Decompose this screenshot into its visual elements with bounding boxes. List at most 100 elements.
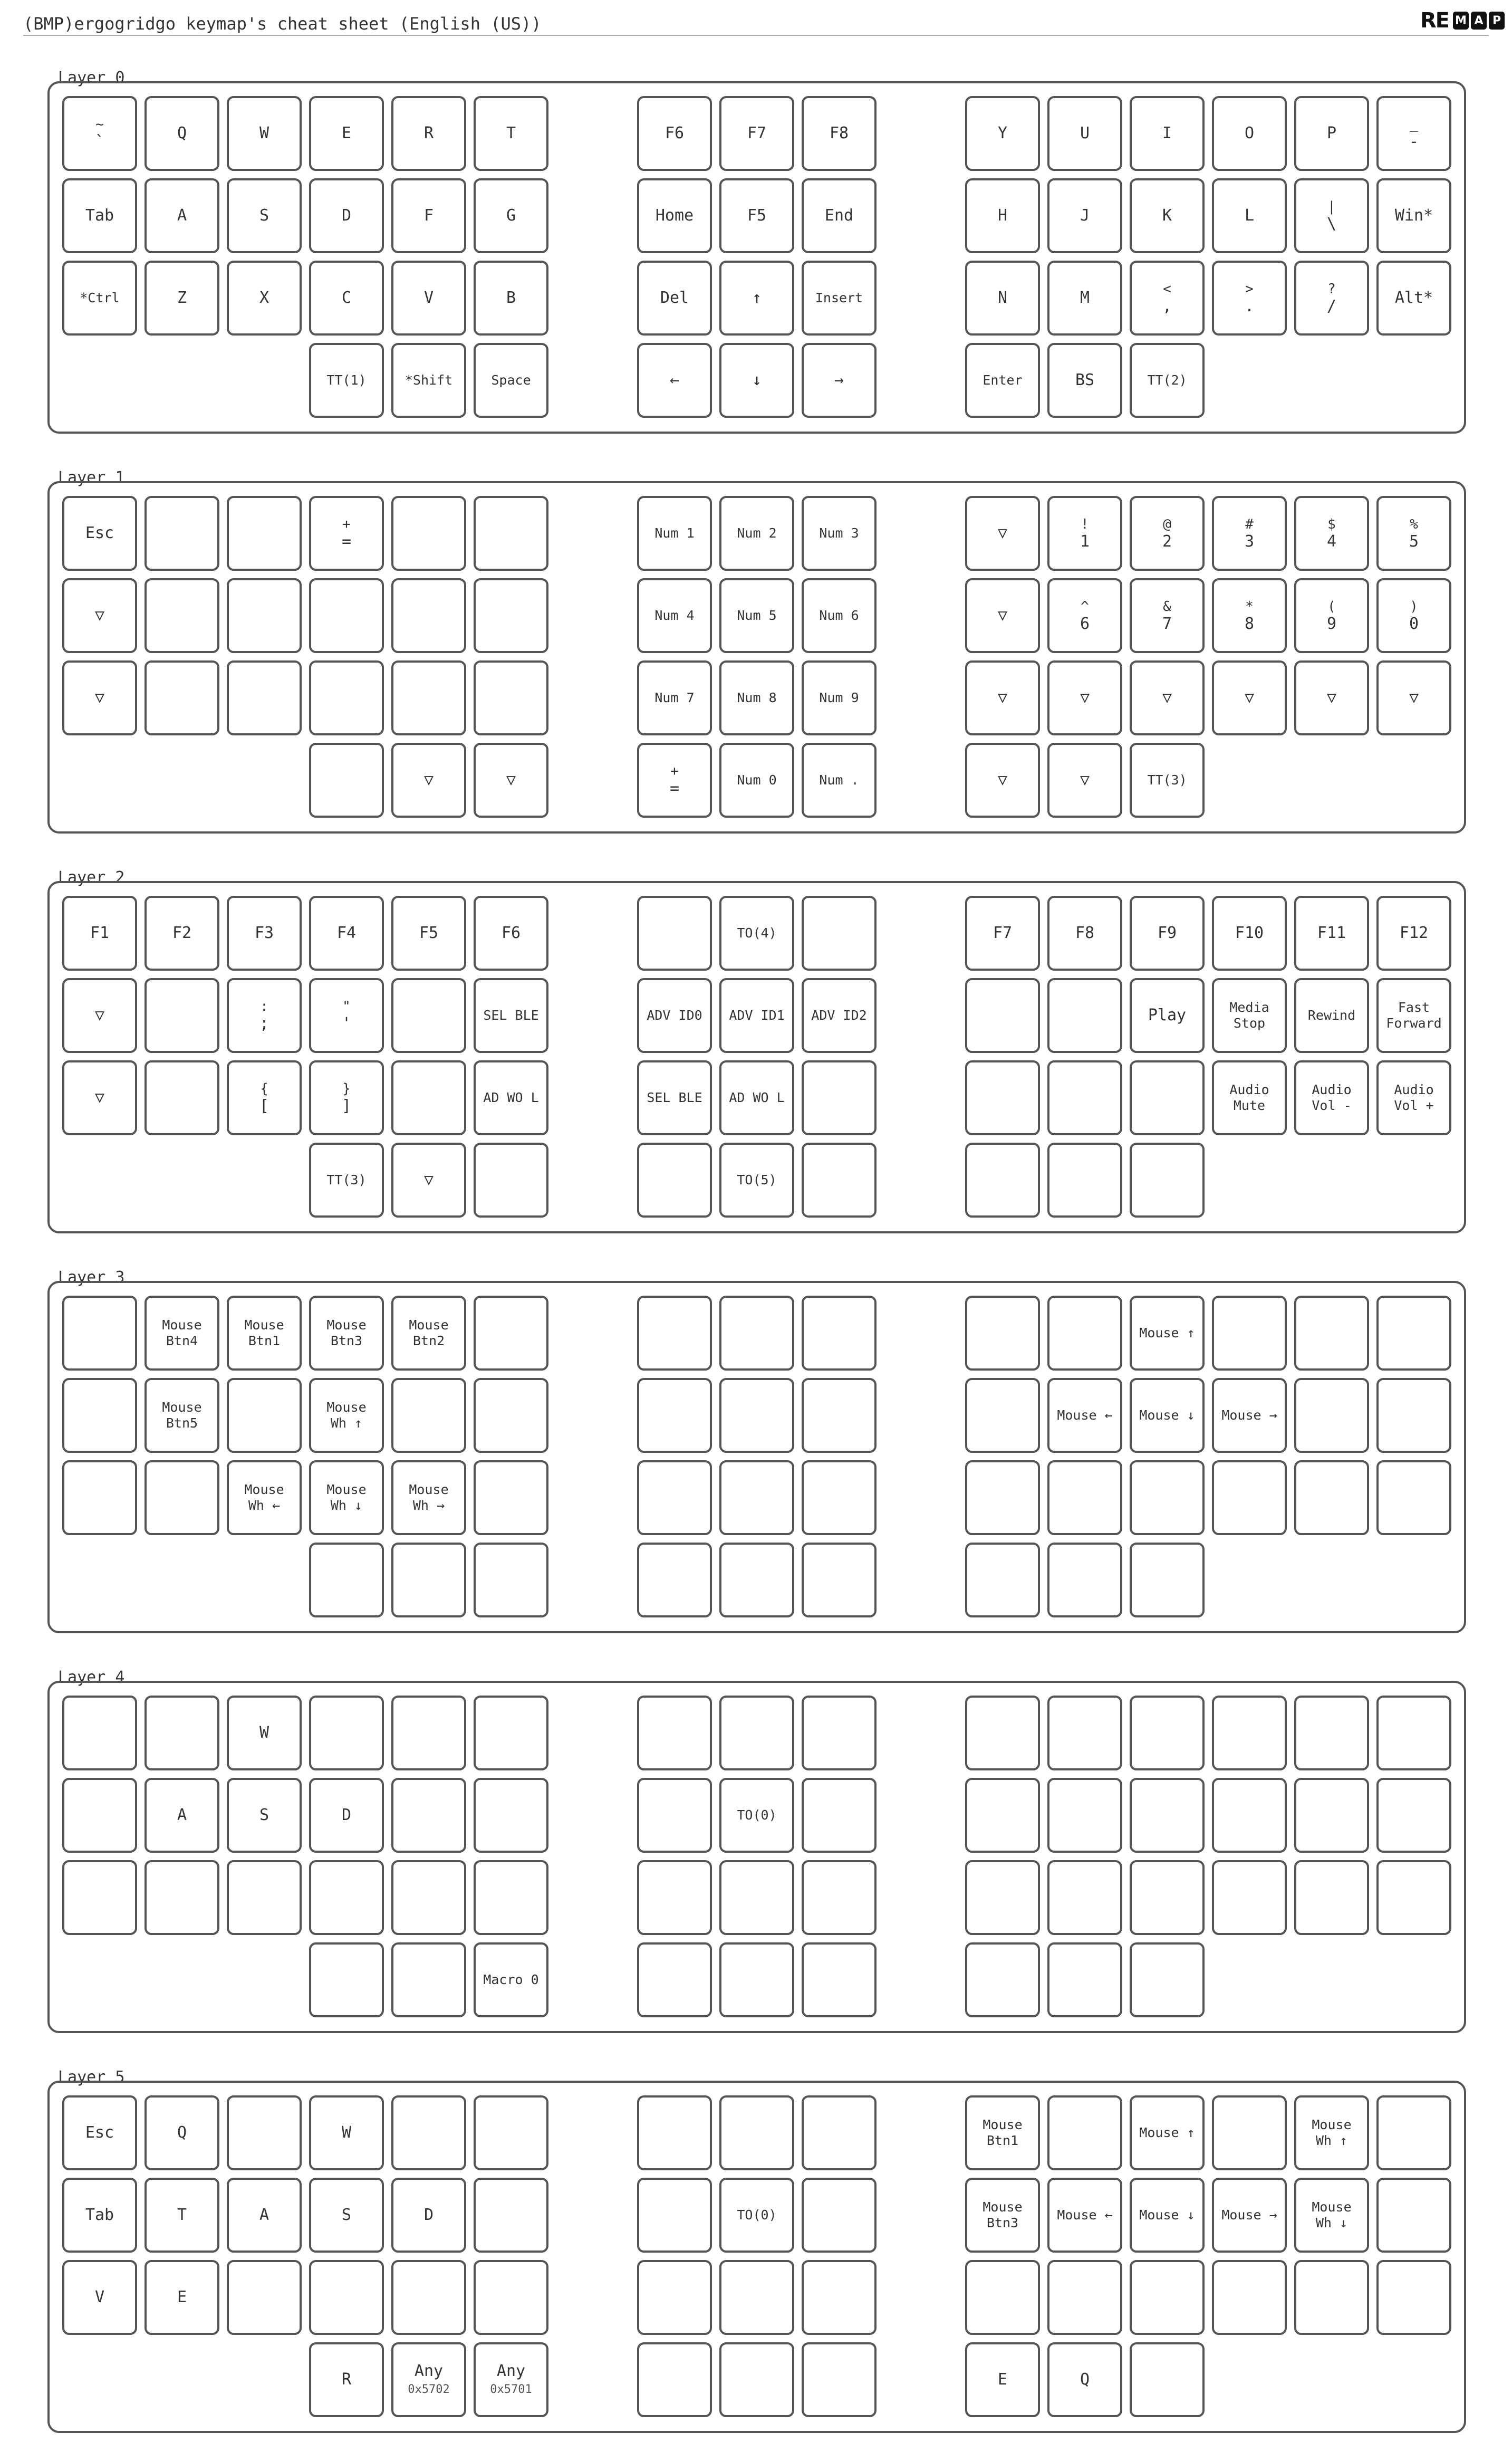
keycap[interactable]: Del (637, 261, 712, 336)
keycap[interactable] (62, 1378, 137, 1453)
keycap[interactable]: ? / (1294, 261, 1369, 336)
keycap[interactable]: F10 (1212, 896, 1287, 971)
keycap[interactable] (802, 1860, 877, 1935)
keycap[interactable]: D (391, 2178, 466, 2253)
keycap[interactable]: <, (1130, 261, 1205, 336)
keycap[interactable] (62, 1860, 137, 1935)
keycap[interactable]: Rewind (1294, 978, 1369, 1053)
keycap[interactable] (474, 660, 548, 735)
keycap[interactable]: C (309, 261, 384, 336)
keycap[interactable] (227, 496, 302, 571)
keycap[interactable] (1376, 1378, 1451, 1453)
keycap[interactable]: SEL BLE (637, 1060, 712, 1135)
keycap[interactable]: ▽ (1047, 660, 1122, 735)
keycap[interactable]: F12 (1376, 896, 1451, 971)
keycap[interactable]: Mouse ← (1047, 1378, 1122, 1453)
keycap[interactable]: Win* (1376, 178, 1451, 253)
keycap[interactable]: ▽ (965, 578, 1040, 653)
keycap[interactable] (1376, 2260, 1451, 2335)
keycap[interactable]: TO(0) (719, 2178, 794, 2253)
keycap[interactable] (1047, 2260, 1122, 2335)
keycap[interactable]: Alt* (1376, 261, 1451, 336)
keycap[interactable]: TT(1) (309, 343, 384, 418)
keycap[interactable] (637, 2342, 712, 2417)
keycap[interactable]: >. (1212, 261, 1287, 336)
keycap[interactable] (1130, 1942, 1205, 2017)
keycap[interactable] (637, 2095, 712, 2170)
keycap[interactable] (719, 1378, 794, 1453)
keycap[interactable]: F5 (719, 178, 794, 253)
keycap[interactable] (965, 1460, 1040, 1535)
keycap[interactable] (474, 1460, 548, 1535)
keycap[interactable]: | \ (1294, 178, 1369, 253)
keycap[interactable]: ▽ (474, 743, 548, 818)
keycap[interactable] (145, 496, 219, 571)
keycap[interactable]: Mouse Btn1 (965, 2095, 1040, 2170)
keycap[interactable]: ▽ (1212, 660, 1287, 735)
keycap[interactable] (637, 1460, 712, 1535)
keycap[interactable]: ← (637, 343, 712, 418)
keycap[interactable]: Mouse ← (1047, 2178, 1122, 2253)
keycap[interactable]: P (1294, 96, 1369, 171)
keycap[interactable]: N (965, 261, 1040, 336)
keycap[interactable]: F9 (1130, 896, 1205, 971)
keycap[interactable] (1130, 1860, 1205, 1935)
keycap[interactable]: AD WO L (719, 1060, 794, 1135)
keycap[interactable]: Mouse ↑ (1130, 2095, 1205, 2170)
keycap[interactable] (965, 1696, 1040, 1770)
keycap[interactable]: Media Stop (1212, 978, 1287, 1053)
keycap[interactable] (474, 1543, 548, 1617)
keycap[interactable]: ▽ (1047, 743, 1122, 818)
keycap[interactable] (1130, 2260, 1205, 2335)
keycap[interactable]: Mouse Btn5 (145, 1378, 219, 1453)
keycap[interactable]: Audio Mute (1212, 1060, 1287, 1135)
keycap[interactable] (802, 1543, 877, 1617)
keycap[interactable] (637, 1143, 712, 1218)
keycap[interactable] (227, 1860, 302, 1935)
keycap[interactable] (965, 1378, 1040, 1453)
keycap[interactable]: D (309, 178, 384, 253)
keycap[interactable]: Mouse Wh ↓ (309, 1460, 384, 1535)
keycap[interactable] (802, 2260, 877, 2335)
keycap[interactable]: ▽ (391, 1143, 466, 1218)
keycap[interactable]: Space (474, 343, 548, 418)
keycap[interactable] (1130, 1778, 1205, 1853)
keycap[interactable] (1212, 1460, 1287, 1535)
keycap[interactable] (391, 1060, 466, 1135)
keycap[interactable]: ~ ` (62, 96, 137, 171)
keycap[interactable]: @2 (1130, 496, 1205, 571)
keycap[interactable]: Num 7 (637, 660, 712, 735)
keycap[interactable]: Z (145, 261, 219, 336)
keycap[interactable]: Home (637, 178, 712, 253)
keycap[interactable]: Q (145, 96, 219, 171)
keycap[interactable]: Q (145, 2095, 219, 2170)
keycap[interactable] (719, 2095, 794, 2170)
keycap[interactable]: Macro 0 (474, 1942, 548, 2017)
keycap[interactable]: * 8 (1212, 578, 1287, 653)
keycap[interactable] (1212, 1296, 1287, 1371)
keycap[interactable]: F7 (719, 96, 794, 171)
keycap[interactable]: Mouse Btn4 (145, 1296, 219, 1371)
keycap[interactable]: F11 (1294, 896, 1369, 971)
keycap[interactable] (637, 1296, 712, 1371)
keycap[interactable] (227, 578, 302, 653)
keycap[interactable]: Insert (802, 261, 877, 336)
keycap[interactable]: *Shift (391, 343, 466, 418)
keycap[interactable]: S (227, 1778, 302, 1853)
keycap[interactable] (145, 1460, 219, 1535)
keycap[interactable]: F8 (1047, 896, 1122, 971)
keycap[interactable] (1047, 1942, 1122, 2017)
keycap[interactable] (1047, 1543, 1122, 1617)
keycap[interactable]: (9 (1294, 578, 1369, 653)
keycap[interactable]: F8 (802, 96, 877, 171)
keycap[interactable] (965, 1860, 1040, 1935)
keycap[interactable] (1047, 2095, 1122, 2170)
keycap[interactable] (62, 1460, 137, 1535)
keycap[interactable] (1130, 1460, 1205, 1535)
keycap[interactable] (965, 2260, 1040, 2335)
keycap[interactable] (965, 1060, 1040, 1135)
keycap[interactable] (1376, 1778, 1451, 1853)
keycap[interactable]: Mouse → (1212, 2178, 1287, 2253)
keycap[interactable]: TT(3) (309, 1143, 384, 1218)
keycap[interactable] (1294, 1296, 1369, 1371)
